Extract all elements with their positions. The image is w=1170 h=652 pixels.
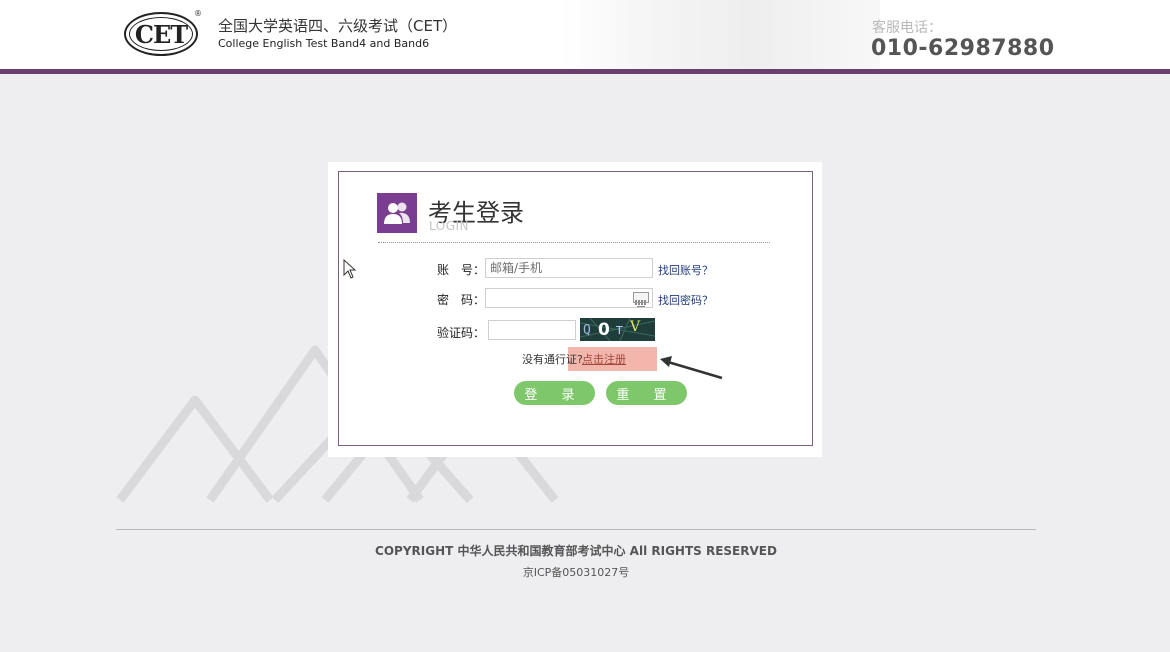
- svg-text:Q: Q: [583, 323, 591, 338]
- account-label: 账 号：: [437, 263, 486, 277]
- site-title-en: College English Test Band4 and Band6: [218, 37, 430, 50]
- register-link[interactable]: 点击注册: [582, 351, 626, 367]
- cet-logo-text: CET: [134, 19, 188, 49]
- icp-license: 京ICP备05031027号: [522, 566, 630, 579]
- no-pass-text: 没有通行证?: [522, 353, 583, 366]
- password-input[interactable]: [485, 288, 653, 308]
- arrow-pointer-icon: [660, 356, 723, 380]
- account-input[interactable]: [485, 258, 653, 278]
- login-button[interactable]: 登 录: [514, 381, 595, 405]
- login-subtitle: LOGIN: [429, 219, 470, 233]
- svg-text:T: T: [615, 324, 623, 337]
- captcha-input[interactable]: [488, 320, 576, 340]
- footer-divider: [116, 529, 1036, 530]
- forgot-password-link[interactable]: 找回密码？: [658, 292, 713, 308]
- site-title-cn: 全国大学英语四、六级考试（CET）: [218, 17, 458, 35]
- service-phone-label: 客服电话：: [872, 20, 942, 36]
- cet-logo[interactable]: CET: [124, 12, 198, 56]
- svg-text:0: 0: [598, 320, 610, 340]
- forgot-account-link[interactable]: 找回账号？: [658, 262, 713, 278]
- reset-button[interactable]: 重 置: [606, 381, 687, 405]
- captcha-image[interactable]: Q 0 T V: [580, 318, 655, 341]
- title-divider: [378, 242, 770, 243]
- service-phone-number: 010-62987880: [871, 36, 1055, 61]
- registered-mark: ®: [194, 9, 202, 18]
- password-label: 密 码：: [437, 293, 486, 307]
- site-header: CET ® 全国大学英语四、六级考试（CET） College English …: [0, 0, 1170, 70]
- header-divider-bar: [0, 69, 1170, 74]
- keyboard-icon[interactable]: [633, 292, 649, 307]
- svg-text:V: V: [629, 319, 641, 335]
- mouse-pointer-icon: [343, 259, 357, 279]
- users-icon: [377, 193, 417, 233]
- captcha-label: 验证码：: [437, 326, 486, 340]
- copyright-text: COPYRIGHT 中华人民共和国教育部考试中心 All RIGHTS RESE…: [375, 544, 777, 558]
- header-decoration: [560, 0, 880, 69]
